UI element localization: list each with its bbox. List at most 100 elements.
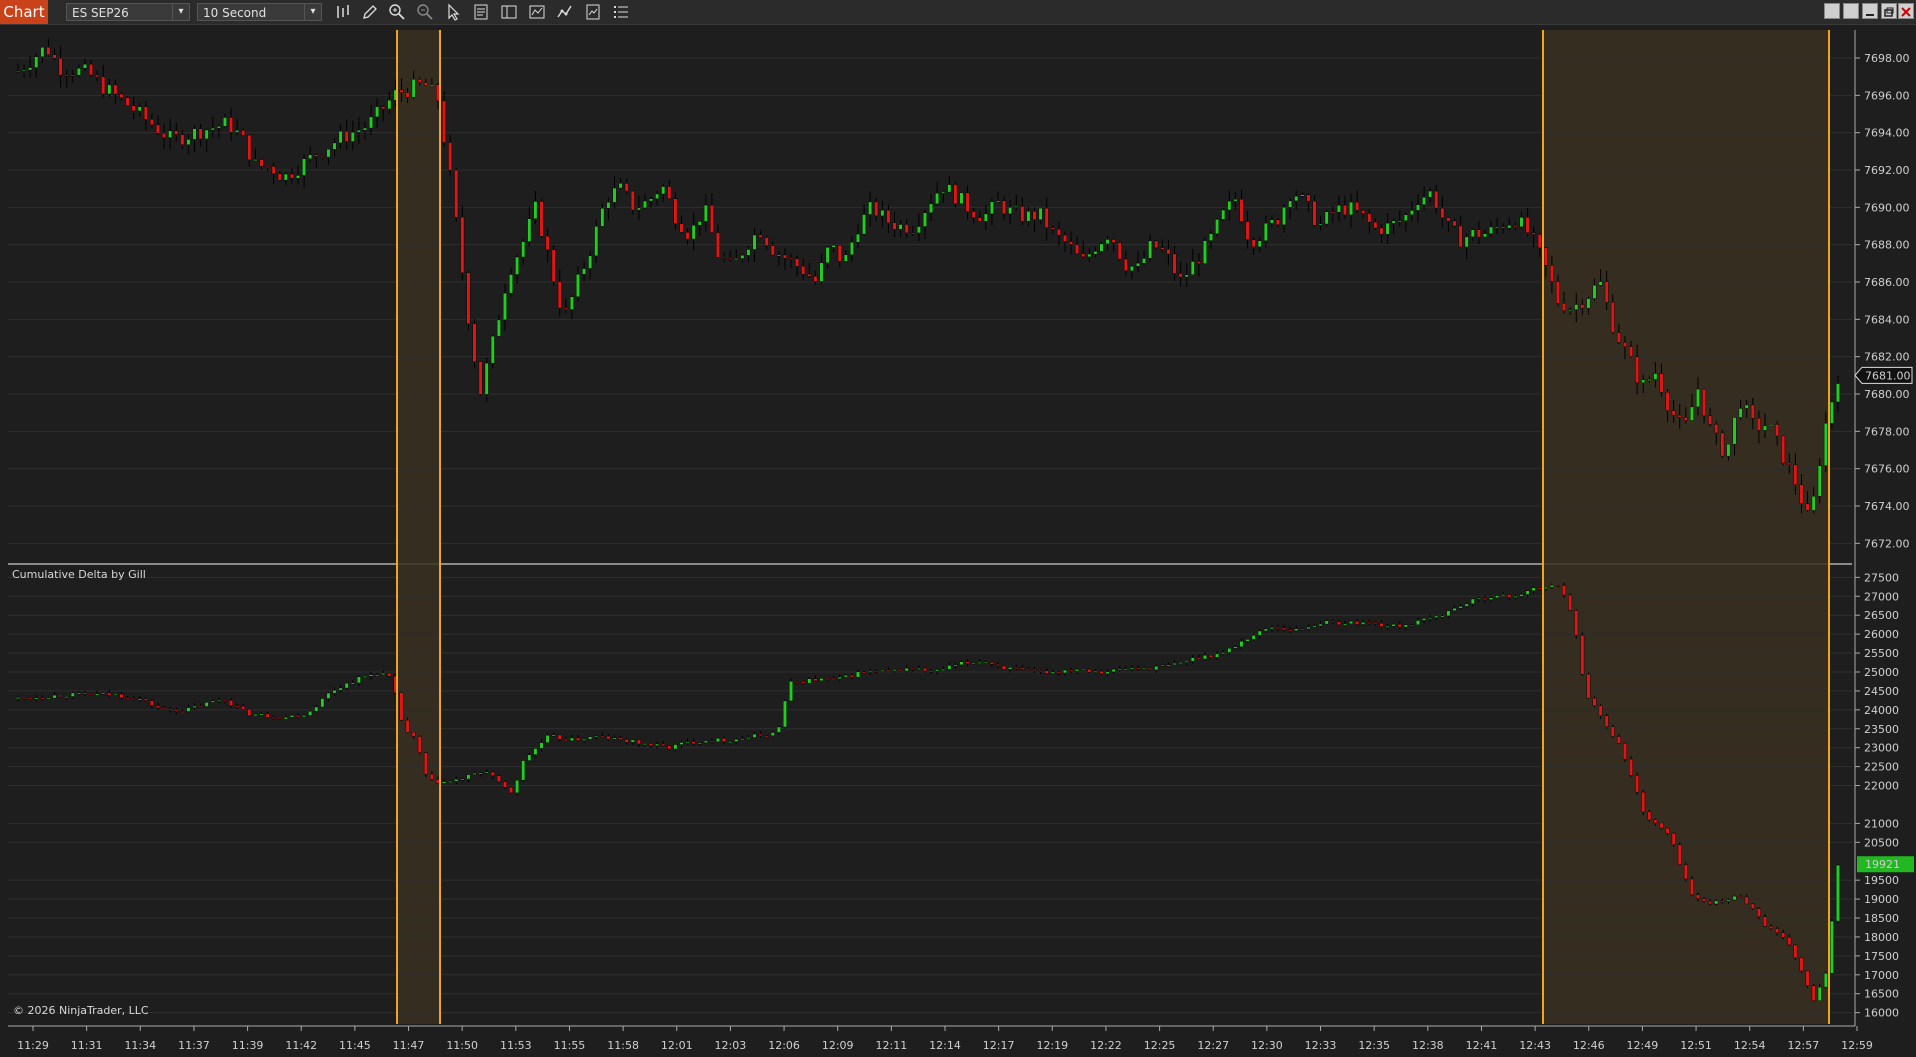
candle-body — [862, 214, 866, 235]
candle-body — [1793, 944, 1798, 959]
candle-body — [1476, 229, 1481, 238]
candle-body — [1799, 484, 1804, 504]
bar-type-icon[interactable] — [333, 2, 353, 22]
candle-body — [1525, 590, 1530, 595]
candle-body — [490, 771, 495, 777]
candle-body — [1245, 639, 1250, 642]
x-tick-label: 12:27 — [1197, 1039, 1229, 1052]
pointer-icon[interactable] — [443, 2, 463, 22]
candle-body — [1063, 234, 1067, 242]
candle-body — [283, 173, 288, 181]
candle-body — [746, 737, 751, 739]
candle-body — [533, 748, 538, 755]
candle-body — [1142, 668, 1146, 670]
candle-body — [1623, 342, 1627, 347]
candle-body — [551, 249, 556, 282]
candle-body — [679, 742, 684, 745]
x-tick-label: 12:09 — [822, 1039, 854, 1052]
candle-body — [703, 204, 708, 222]
candle-body — [837, 676, 842, 680]
candle-body — [594, 226, 599, 257]
indicators-icon[interactable] — [555, 2, 575, 22]
candle-body — [813, 276, 818, 282]
candle-body — [1787, 937, 1792, 946]
candle-body — [204, 129, 209, 140]
x-tick-label: 12:14 — [929, 1039, 961, 1052]
chart-tab[interactable]: Chart — [0, 0, 48, 24]
zoom-in-icon[interactable] — [387, 2, 407, 22]
candle-body — [1361, 210, 1366, 214]
minimize-icon[interactable] — [1862, 3, 1878, 19]
candle-body — [241, 130, 246, 136]
candle-body — [1817, 986, 1822, 1001]
candle-body — [247, 134, 252, 161]
candle-body — [649, 743, 653, 746]
candle-body — [916, 226, 921, 234]
candle-body — [1513, 596, 1518, 598]
candle-body — [186, 139, 191, 145]
candle-body — [1531, 232, 1536, 235]
candle-body — [1318, 623, 1323, 627]
x-tick-label: 12:35 — [1358, 1039, 1390, 1052]
candle-body — [1763, 425, 1767, 431]
candle-body — [795, 681, 800, 683]
instrument-selector[interactable]: ES SEP26 ▾ — [66, 3, 190, 21]
candle-body — [880, 670, 885, 672]
chevron-down-icon[interactable]: ▾ — [304, 3, 321, 21]
cascade-window-icon[interactable] — [1843, 3, 1859, 19]
candle-body — [655, 743, 660, 746]
candle-body — [807, 678, 812, 684]
list-icon[interactable] — [611, 2, 631, 22]
candle-body — [740, 738, 745, 740]
candle-body — [728, 741, 733, 743]
candle-body — [1769, 424, 1773, 427]
close-icon[interactable] — [1898, 3, 1914, 19]
candle-body — [1190, 657, 1195, 662]
candle-body — [1635, 356, 1640, 384]
tile-window-icon[interactable] — [1824, 3, 1840, 19]
price-tick-label: 7682.00 — [1864, 351, 1910, 364]
candle-body — [1629, 346, 1633, 357]
candle-body — [1574, 610, 1579, 636]
candle-body — [1154, 240, 1159, 248]
candle-body — [1519, 594, 1524, 597]
chevron-down-icon[interactable]: ▾ — [172, 3, 189, 21]
candle-body — [46, 47, 51, 56]
last-delta-label: 19921 — [1865, 858, 1900, 871]
zoom-out-icon[interactable] — [415, 2, 435, 22]
candle-body — [673, 198, 678, 224]
draw-pencil-icon[interactable] — [360, 2, 380, 22]
x-tick-label: 12:33 — [1305, 1039, 1337, 1052]
properties-icon[interactable] — [499, 2, 519, 22]
candle-body — [1123, 668, 1128, 671]
interval-value: 10 Second — [203, 6, 267, 20]
candle-body — [636, 739, 641, 745]
candle-body — [1476, 597, 1481, 600]
candle-body — [1044, 670, 1049, 674]
candle-body — [1166, 664, 1171, 667]
templates-icon[interactable] — [583, 2, 603, 22]
candle-body — [722, 256, 726, 259]
candle-body — [874, 671, 879, 673]
candle-body — [1483, 233, 1487, 238]
delta-tick-label: 18500 — [1864, 912, 1899, 925]
candle-body — [1050, 227, 1055, 230]
restore-icon[interactable] — [1881, 3, 1897, 19]
chart-canvas[interactable]: 7698.00 7696.00 7694.00 7692.00 7690.00 7688.… — [0, 25, 1916, 1057]
interval-selector[interactable]: 10 Second ▾ — [197, 3, 322, 21]
candle-body — [539, 742, 544, 749]
candle-body — [89, 63, 93, 76]
delta-tick-label: 19500 — [1864, 874, 1899, 887]
candle-body — [1032, 211, 1037, 220]
candle-body — [1598, 705, 1603, 716]
candle-body — [460, 778, 465, 781]
strategies-icon[interactable] — [527, 2, 547, 22]
candle-body — [1075, 669, 1080, 672]
candle-body — [904, 668, 909, 672]
candle-body — [1550, 265, 1554, 282]
data-box-icon[interactable] — [471, 2, 491, 22]
candle-body — [959, 661, 964, 666]
candle-body — [801, 681, 806, 684]
candle-body — [296, 715, 300, 718]
candle-body — [1732, 417, 1737, 445]
